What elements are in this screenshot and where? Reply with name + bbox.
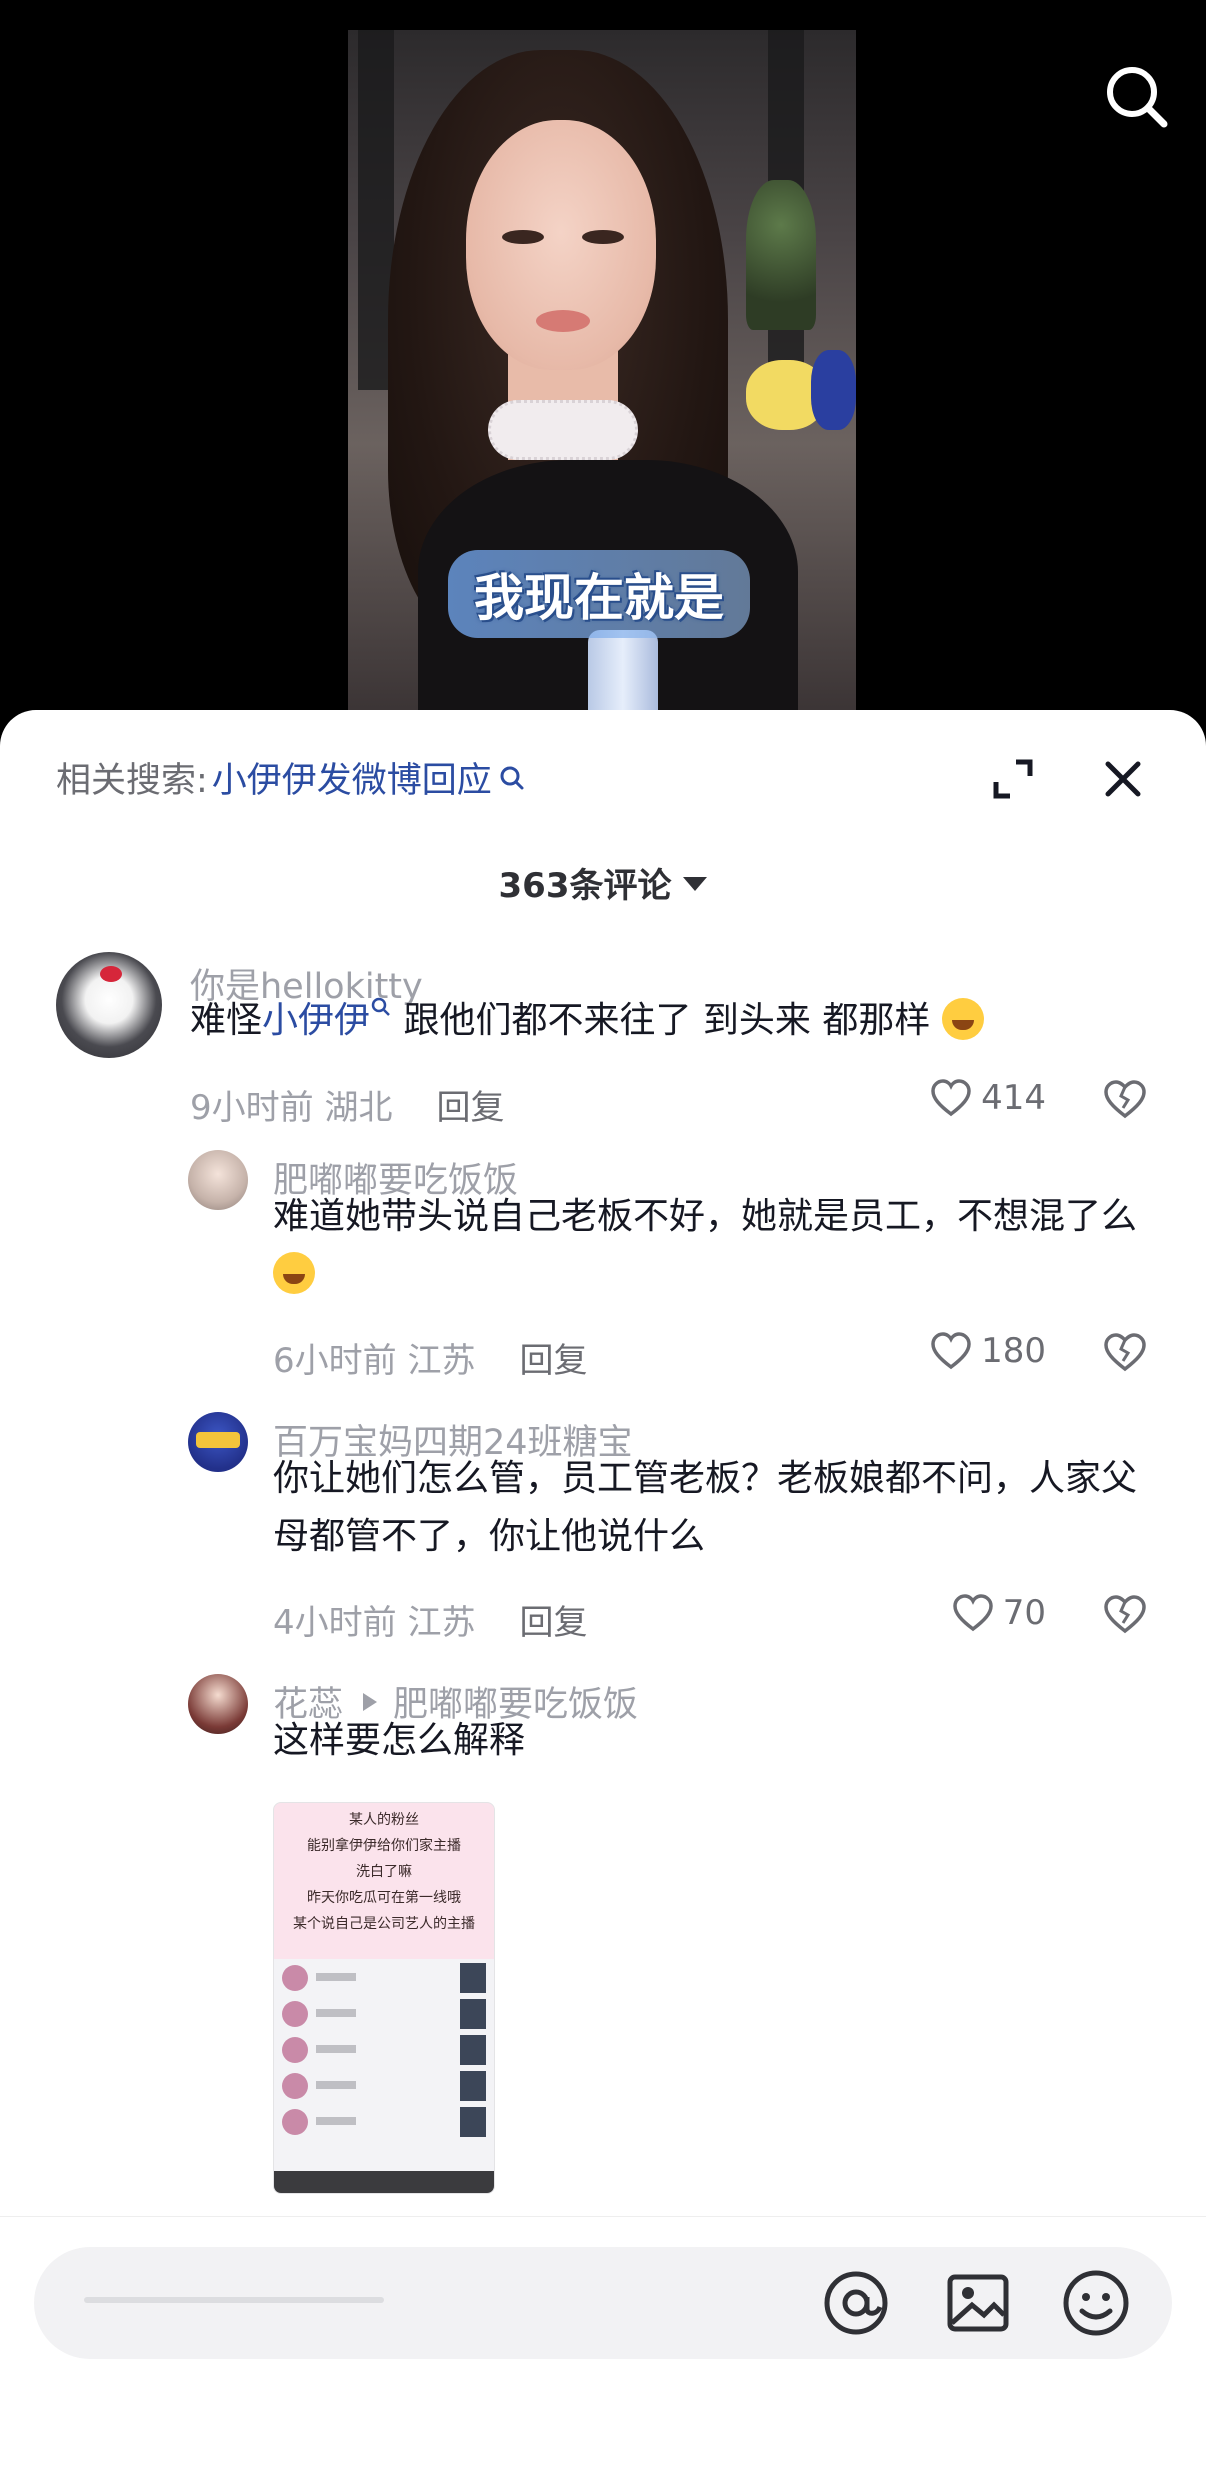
search-button[interactable]	[1102, 62, 1172, 132]
comment-input[interactable]	[34, 2247, 1172, 2359]
comment-text-part: 难怪	[190, 1000, 263, 1041]
heart-icon	[931, 1332, 971, 1370]
comment-time: 6小时前	[273, 1341, 397, 1381]
comment-time: 9小时前	[190, 1088, 314, 1128]
image-text-line: 某个说自己是公司艺人的主播	[293, 1916, 475, 1932]
image-list-row	[282, 1963, 486, 1993]
like-count: 414	[981, 1078, 1046, 1118]
comment-meta: 9小时前 湖北 回复	[190, 1080, 504, 1129]
related-search-query[interactable]: 小伊伊发微博回应	[212, 752, 492, 803]
comment-text-part: 难道她带头说自己老板不好，她就是员工，不想混了么	[273, 1196, 1138, 1237]
video-area[interactable]: 我现在就是	[0, 0, 1206, 760]
close-button[interactable]	[1100, 756, 1146, 802]
eye	[582, 230, 624, 244]
like-button[interactable]: 180	[929, 1331, 1046, 1371]
heart-icon	[931, 1079, 971, 1117]
emoji-icon[interactable]	[1060, 2267, 1132, 2339]
comment-text: 难道她带头说自己老板不好，她就是员工，不想混了么	[273, 1188, 1153, 1304]
search-icon	[500, 766, 524, 789]
comment-item: 你是hellokitty 难怪小伊伊 跟他们都不来往了 到头来 都那样 9小时前…	[0, 952, 1206, 1132]
comment-location: 江苏	[407, 1341, 476, 1381]
water-bottle	[588, 630, 658, 720]
search-icon	[371, 997, 390, 1016]
caret-down-icon	[683, 877, 708, 891]
image-icon[interactable]	[942, 2267, 1014, 2339]
image-text-line: 能别拿伊伊给你们家主播	[307, 1838, 461, 1854]
at-icon[interactable]	[820, 2267, 892, 2339]
reply-button[interactable]: 回复	[519, 1603, 587, 1643]
related-search[interactable]: 相关搜索: 小伊伊发微博回应	[56, 752, 526, 803]
comment-count-sort[interactable]: 363条评论	[0, 858, 1206, 907]
reply-arrow-icon	[363, 1692, 378, 1711]
avatar[interactable]	[56, 952, 162, 1058]
video-person-scarf	[488, 400, 638, 460]
search-icon	[1107, 67, 1168, 128]
like-button[interactable]: 414	[929, 1078, 1046, 1118]
comment-count: 363条评论	[498, 866, 672, 906]
comment-location: 江苏	[407, 1603, 476, 1643]
comment-location: 湖北	[324, 1088, 393, 1128]
reply-item: 花蕊 肥嘟嘟要吃饭饭 这样要怎么解释	[0, 1674, 1206, 2214]
avatar[interactable]	[188, 1674, 248, 1734]
plush-toy	[811, 350, 856, 430]
image-list-row	[282, 2071, 486, 2101]
comment-image[interactable]: 某人的粉丝 能别拿伊伊给你们家主播 洗白了嘛 昨天你吃瓜可在第一线哦 某个说自己…	[273, 1802, 495, 2194]
like-button[interactable]: 70	[951, 1593, 1046, 1633]
comment-panel: 相关搜索: 小伊伊发微博回应 363条评论 你是hellokitty 难怪小伊伊…	[0, 710, 1206, 2468]
avatar[interactable]	[188, 1412, 248, 1472]
broken-heart-icon[interactable]	[1102, 1331, 1148, 1373]
image-text-line: 洗白了嘛	[356, 1864, 412, 1880]
comment-text: 难怪小伊伊 跟他们都不来往了 到头来 都那样	[190, 992, 984, 1050]
crying-laughing-emoji-icon	[273, 1252, 315, 1294]
comment-mention-link[interactable]: 小伊伊	[262, 1000, 370, 1041]
image-list-row	[282, 2107, 486, 2137]
avatar[interactable]	[188, 1150, 248, 1210]
reply-button[interactable]: 回复	[519, 1341, 587, 1381]
reply-item: 肥嘟嘟要吃饭饭 难道她带头说自己老板不好，她就是员工，不想混了么 6小时前 江苏…	[0, 1150, 1206, 1382]
heart-icon	[952, 1594, 993, 1632]
background-plant	[746, 180, 816, 330]
avatar-badge	[196, 1432, 240, 1448]
comment-text: 你让她们怎么管，员工管老板？老板娘都不问，人家父母都管不了，你让他说什么	[273, 1458, 1138, 1557]
video-player[interactable]: 我现在就是	[348, 30, 856, 720]
video-caption: 我现在就是	[448, 550, 750, 638]
like-count: 70	[1002, 1593, 1046, 1633]
expand-button[interactable]	[990, 756, 1036, 802]
comment-input-bar	[0, 2216, 1206, 2468]
comment-text-part: 跟他们都不来往了 到头来 都那样	[403, 1000, 931, 1041]
comment-time: 4小时前	[273, 1603, 397, 1643]
broken-heart-icon[interactable]	[1102, 1078, 1148, 1120]
close-icon	[1105, 761, 1141, 797]
like-count: 180	[981, 1331, 1046, 1371]
video-person-face	[466, 120, 656, 370]
laughing-emoji-icon	[941, 998, 984, 1040]
input-placeholder-blur	[84, 2297, 384, 2303]
image-footer	[274, 2171, 494, 2193]
comment-meta: 4小时前 江苏 回复	[273, 1595, 587, 1644]
hello-kitty-bow	[100, 966, 122, 982]
image-list-row	[282, 2035, 486, 2065]
broken-heart-icon[interactable]	[1102, 1593, 1148, 1635]
comment-text: 这样要怎么解释	[273, 1720, 526, 1761]
reply-button[interactable]: 回复	[436, 1088, 504, 1128]
reply-item: 百万宝妈四期24班糖宝 你让她们怎么管，员工管老板？老板娘都不问，人家父母都管不…	[0, 1412, 1206, 1644]
image-text-line: 某人的粉丝	[349, 1812, 419, 1828]
lips	[536, 310, 590, 332]
image-text-block: 某人的粉丝 能别拿伊伊给你们家主播 洗白了嘛 昨天你吃瓜可在第一线哦 某个说自己…	[274, 1803, 494, 1937]
image-list-row	[282, 1999, 486, 2029]
image-text-line: 昨天你吃瓜可在第一线哦	[307, 1890, 461, 1906]
expand-icon	[993, 759, 1033, 799]
related-search-label: 相关搜索:	[56, 761, 208, 801]
eye	[502, 230, 544, 244]
comment-meta: 6小时前 江苏 回复	[273, 1333, 587, 1382]
